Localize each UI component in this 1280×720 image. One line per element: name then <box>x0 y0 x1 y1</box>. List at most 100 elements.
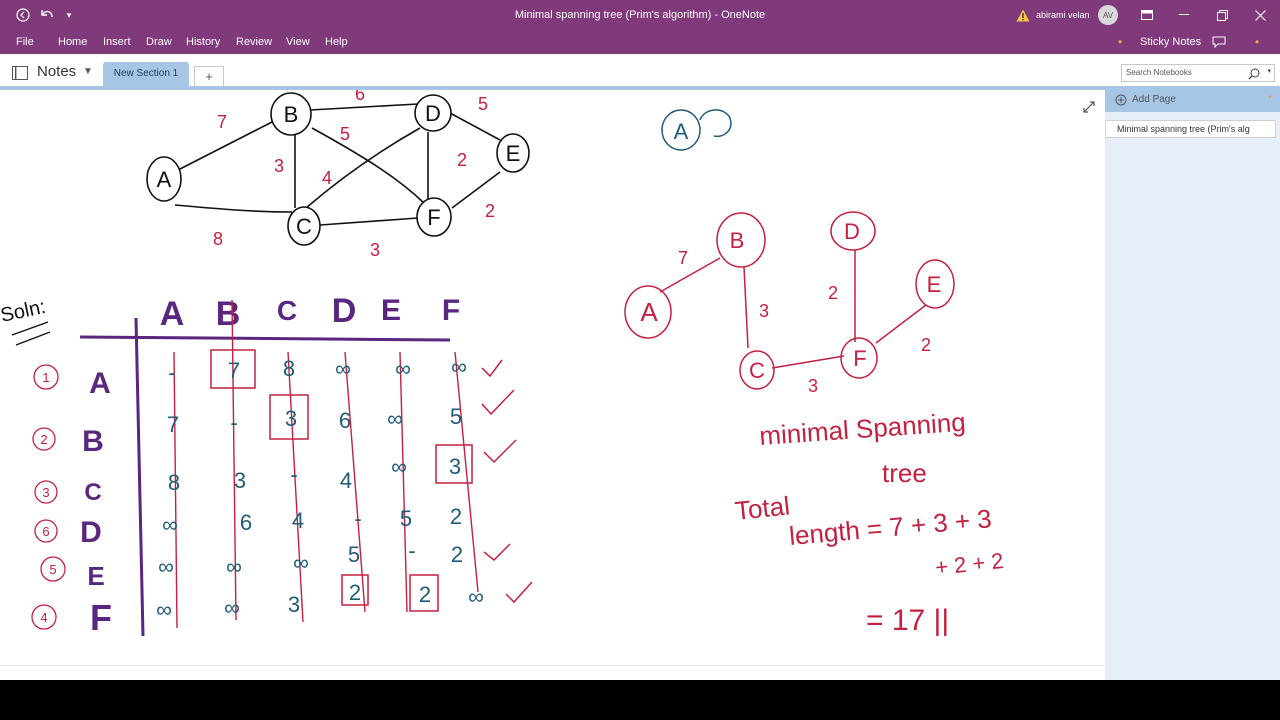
horizontal-scrollbar[interactable] <box>0 665 1104 680</box>
page-indicator-dot-icon: • <box>1268 92 1272 103</box>
cell-d-f: 2 <box>450 504 462 529</box>
weight-cf: 3 <box>370 240 380 260</box>
undo-icon[interactable] <box>38 0 56 30</box>
graph-edge-cf <box>319 217 419 226</box>
mst-edge-cf <box>771 355 845 369</box>
cell-c-b: 3 <box>234 468 246 493</box>
search-scope-chevron-icon[interactable]: ▾ <box>1267 67 1271 75</box>
search-input[interactable]: Search Notebooks <box>1126 68 1192 77</box>
cell-a-f: ∞ <box>451 354 467 379</box>
quick-access-chevron-icon[interactable]: ▾ <box>62 0 76 30</box>
check-b-icon <box>481 389 515 416</box>
soln-label: Soln: <box>0 296 48 327</box>
mst-weight-ab: 7 <box>678 248 688 268</box>
search-icon[interactable] <box>1248 67 1260 85</box>
graph-node-e: E <box>506 141 521 166</box>
cell-b-d: 6 <box>339 408 351 433</box>
mst-caption-line2: tree <box>882 458 927 488</box>
restore-icon[interactable] <box>1210 0 1234 30</box>
back-icon[interactable] <box>12 0 34 30</box>
table-row-label-d: D <box>80 516 102 549</box>
weight-dc: 4 <box>322 168 332 188</box>
menu-review[interactable]: Review <box>236 30 272 54</box>
avatar[interactable]: AV <box>1097 0 1119 30</box>
cell-c-e: ∞ <box>391 454 407 479</box>
menu-file[interactable]: File <box>16 30 34 54</box>
sticky-notes-button[interactable]: Sticky Notes <box>1140 30 1201 54</box>
step-number-f: 4 <box>40 610 47 625</box>
menu-help[interactable]: Help <box>325 30 348 54</box>
menu-home[interactable]: Home <box>58 30 87 54</box>
cell-b-e: ∞ <box>387 406 403 431</box>
cell-e-c: ∞ <box>293 550 309 575</box>
weight-ef: 2 <box>485 201 495 221</box>
activity-dot-icon[interactable]: • <box>1255 30 1259 54</box>
table-row-label-b: B <box>82 425 104 458</box>
menu-view[interactable]: View <box>286 30 310 54</box>
cell-e-f: 2 <box>451 542 463 567</box>
add-page-label: Add Page <box>1132 94 1176 105</box>
step-number-d: 6 <box>42 524 49 539</box>
notebook-icon[interactable] <box>12 66 28 85</box>
table-row-label-e: E <box>87 561 104 591</box>
page-item-minimal-spanning-tree[interactable]: Minimal spanning tree (Prim's alg <box>1105 120 1276 138</box>
add-section-button[interactable]: + <box>194 66 224 86</box>
check-e-icon <box>483 543 511 562</box>
warning-icon[interactable] <box>1014 0 1032 30</box>
onenote-window: ▾ Minimal spanning tree (Prim's algorith… <box>0 0 1280 680</box>
weight-bd: 6 <box>355 90 365 104</box>
mst-weight-bc: 3 <box>759 301 769 321</box>
total-expression-cont: + 2 + 2 <box>934 548 1005 580</box>
weight-df: 2 <box>457 150 467 170</box>
window-title: Minimal spanning tree (Prim's algorithm)… <box>514 9 766 21</box>
table-header-a: A <box>160 295 185 333</box>
mst-edge-ef <box>875 304 927 344</box>
menu-draw[interactable]: Draw <box>146 30 172 54</box>
tab-new-section-1[interactable]: New Section 1 <box>103 62 189 86</box>
graph-edge-ac <box>174 204 293 213</box>
ribbon-display-icon[interactable] <box>1136 0 1158 30</box>
cell-a-a: - <box>168 360 175 385</box>
graph-node-d: D <box>425 101 441 126</box>
check-a-icon <box>481 359 503 378</box>
mst-node-f: F <box>853 346 866 371</box>
cell-d-b: 6 <box>240 510 252 535</box>
table-header-b: B <box>216 295 241 333</box>
graph-node-b: B <box>284 102 299 127</box>
notification-dot-icon: • <box>1118 35 1123 49</box>
table-row-label-c: C <box>84 479 101 506</box>
notebook-dropdown-icon[interactable]: ▼ <box>83 66 93 77</box>
total-result: = 17 || <box>866 604 949 637</box>
cell-e-a: ∞ <box>158 554 174 579</box>
cell-c-a: 8 <box>168 470 180 495</box>
weight-de: 5 <box>478 94 488 114</box>
close-icon[interactable] <box>1248 0 1272 30</box>
weight-ab: 7 <box>217 112 227 132</box>
page-canvas[interactable]: A B C D E F 7 6 5 5 3 4 2 2 8 3 A Soln: … <box>0 90 1104 665</box>
user-name[interactable]: abirami velan <box>1036 0 1096 30</box>
avatar-initials: AV <box>1098 5 1118 25</box>
check-f-icon <box>505 581 533 604</box>
weight-bf: 5 <box>340 124 350 144</box>
add-page-icon <box>1115 93 1127 111</box>
mst-edge-ab <box>659 257 721 293</box>
search-notebooks-box[interactable]: Search Notebooks ▾ <box>1121 64 1275 82</box>
legend-loop-stroke <box>699 109 732 138</box>
check-c-icon <box>483 439 517 464</box>
menu-history[interactable]: History <box>186 30 220 54</box>
minimize-icon[interactable] <box>1172 0 1196 30</box>
cell-f-f: ∞ <box>468 584 484 609</box>
menu-insert[interactable]: Insert <box>103 30 131 54</box>
notebook-name[interactable]: Notes <box>37 63 76 80</box>
step-number-c: 3 <box>42 485 49 500</box>
weight-bc: 3 <box>274 156 284 176</box>
comments-icon[interactable] <box>1212 30 1228 54</box>
cell-b-f: 5 <box>450 404 462 429</box>
graph-edge-de <box>449 112 501 141</box>
cell-b-c: 3 <box>285 406 297 431</box>
table-row-label-a: A <box>89 367 111 400</box>
ribbon-tabs: File Home Insert Draw History Review Vie… <box>0 30 1280 54</box>
cell-a-e: ∞ <box>395 356 411 381</box>
add-page-button[interactable]: Add Page • <box>1105 88 1280 112</box>
graph-node-c: C <box>296 214 312 239</box>
